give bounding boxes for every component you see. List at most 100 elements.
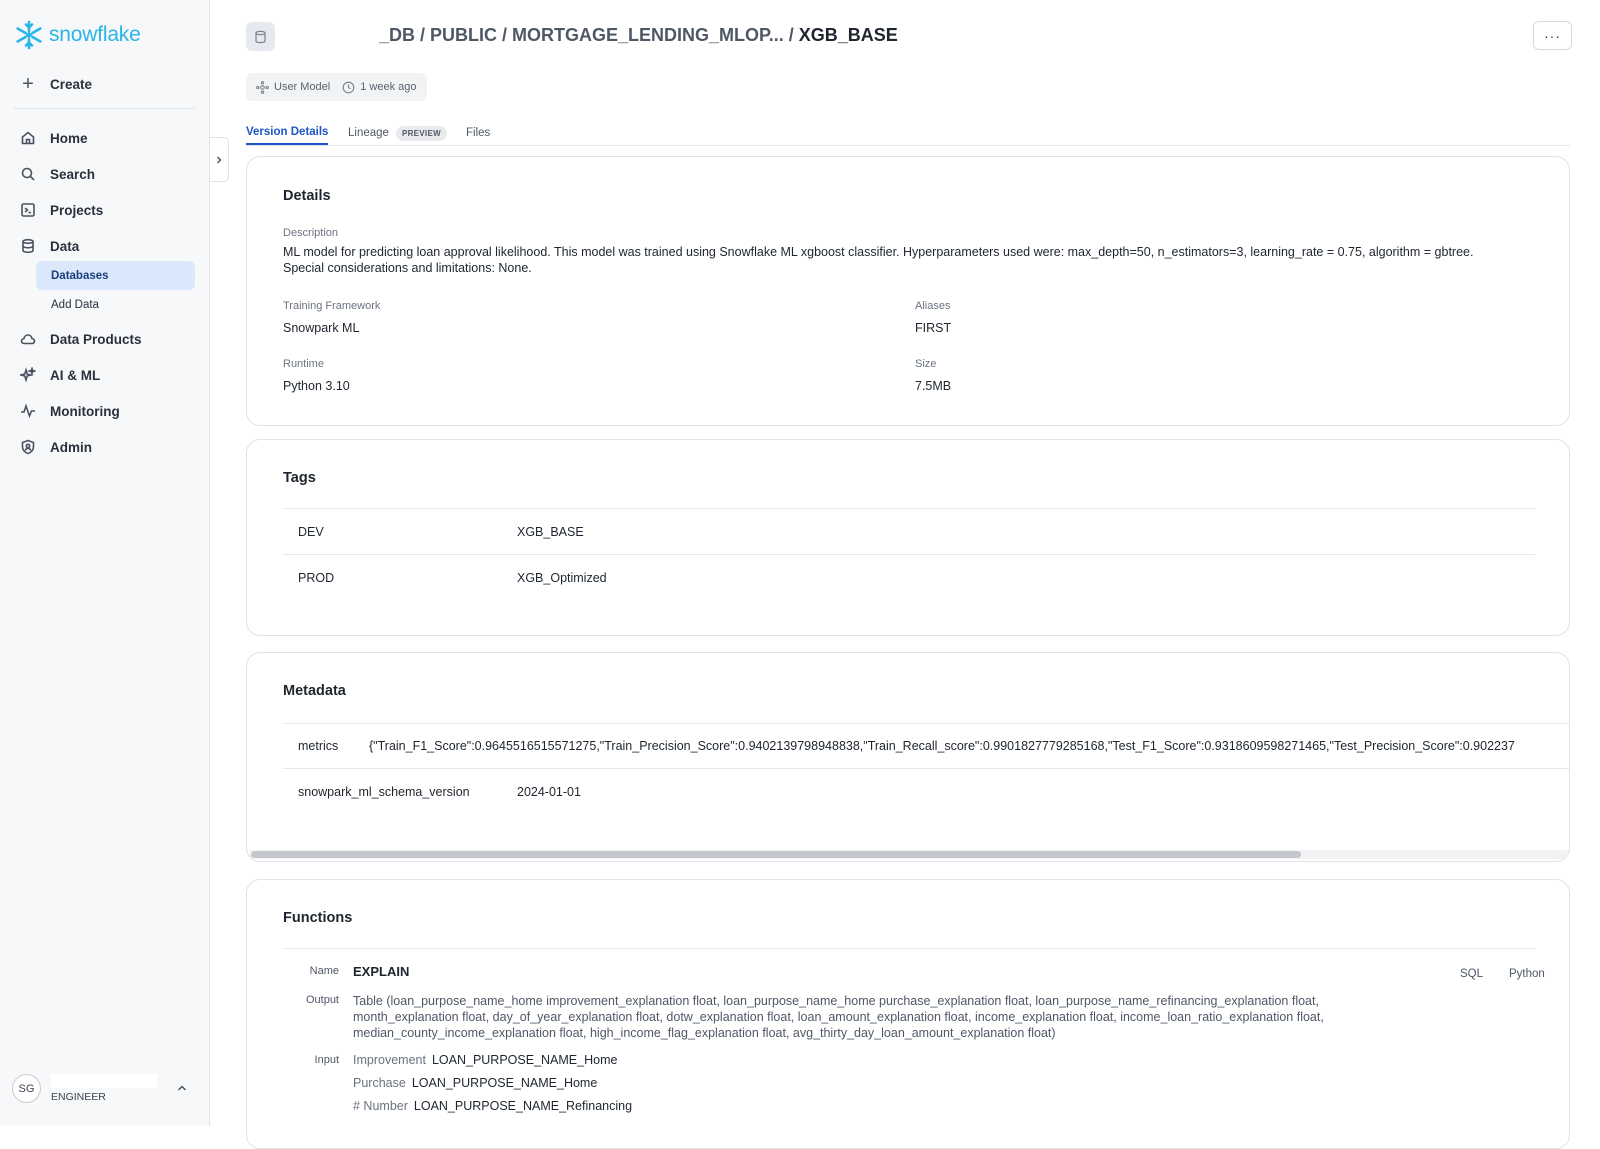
model-icon — [256, 80, 269, 94]
object-type-icon — [246, 22, 275, 51]
plus-icon: + — [22, 73, 34, 95]
functions-card: Functions Name EXPLAIN SQL Python Output… — [246, 879, 1570, 1149]
sidebar: snowflake + Create Home Search Projects … — [0, 0, 210, 1126]
sidebar-item-admin[interactable]: Admin — [20, 439, 92, 455]
user-role: ENGINEER — [51, 1091, 106, 1103]
function-input-label: Input — [314, 1054, 339, 1066]
chevron-up-icon[interactable] — [176, 1082, 188, 1094]
sidebar-subitem-databases[interactable]: Databases — [36, 261, 195, 290]
user-menu[interactable]: SG ENGINEER — [12, 1074, 157, 1103]
tag-value: XGB_BASE — [517, 525, 584, 539]
sidebar-divider — [14, 108, 195, 109]
input-name: LOAN_PURPOSE_NAME_Home — [411, 1076, 598, 1090]
input-type: Improvement — [353, 1053, 426, 1067]
runtime-label: Runtime — [283, 358, 324, 370]
tab-files[interactable]: Files — [466, 121, 490, 145]
cloud-icon — [20, 331, 36, 347]
aliases-label: Aliases — [915, 300, 951, 312]
table-divider — [283, 508, 1535, 509]
sidebar-subitem-label: Databases — [51, 269, 109, 282]
tab-label: Files — [466, 127, 491, 139]
sql-tab[interactable]: SQL — [1460, 968, 1483, 980]
sidebar-subitem-add-data[interactable]: Add Data — [36, 290, 195, 319]
sidebar-item-label: Search — [50, 166, 96, 182]
clock-icon — [342, 81, 355, 93]
table-divider — [283, 948, 1535, 949]
training-framework-value: Snowpark ML — [283, 321, 360, 335]
training-framework-label: Training Framework — [283, 300, 381, 312]
description-text: ML model for predicting loan approval li… — [283, 245, 1474, 275]
metadata-card: Metadata metrics {"Train_F1_Score":0.964… — [246, 652, 1570, 862]
tags-title: Tags — [283, 470, 316, 486]
sidebar-item-home[interactable]: Home — [20, 130, 88, 146]
sidebar-item-monitoring[interactable]: Monitoring — [20, 403, 120, 419]
tag-key: PROD — [298, 571, 335, 585]
horizontal-scrollbar[interactable] — [249, 850, 1569, 859]
sidebar-item-data[interactable]: Data — [20, 238, 79, 254]
table-divider — [283, 723, 1569, 724]
metadata-title: Metadata — [283, 683, 346, 699]
aliases-value: FIRST — [915, 321, 952, 335]
input-type: Purchase — [353, 1076, 406, 1090]
sidebar-item-ai-ml[interactable]: AI & ML — [20, 367, 100, 383]
sidebar-item-search[interactable]: Search — [20, 166, 95, 182]
sidebar-item-label: Admin — [50, 439, 92, 455]
breadcrumb: _DB / PUBLIC / MORTGAGE_LENDING_MLOP... … — [379, 25, 898, 46]
sidebar-subitem-label: Add Data — [51, 298, 99, 311]
sidebar-item-label: Data — [50, 238, 80, 254]
function-name-label: Name — [309, 965, 339, 977]
shield-icon — [20, 439, 36, 455]
logo-text: snowflake — [49, 23, 141, 46]
projects-icon — [20, 202, 36, 218]
model-type-label: User Model — [274, 81, 331, 93]
function-output-label: Output — [305, 994, 339, 1006]
sidebar-item-label: Home — [50, 130, 88, 146]
avatar: SG — [12, 1074, 41, 1103]
tab-bar: Version Details Lineage PREVIEW Files — [246, 116, 1570, 146]
preview-badge: PREVIEW — [395, 125, 447, 141]
size-label: Size — [915, 358, 937, 370]
python-tab[interactable]: Python — [1509, 968, 1545, 980]
sidebar-item-label: Monitoring — [50, 403, 120, 419]
function-input-row: Improvement LOAN_PURPOSE_NAME_Home — [353, 1053, 617, 1067]
activity-icon — [20, 403, 36, 419]
tag-key: DEV — [298, 525, 324, 539]
sidebar-item-data-products[interactable]: Data Products — [20, 331, 142, 347]
breadcrumb-current: XGB_BASE — [798, 25, 898, 45]
snowflake-logo[interactable]: snowflake — [14, 20, 141, 50]
input-name: LOAN_PURPOSE_NAME_Home — [431, 1053, 618, 1067]
chevron-right-icon — [217, 156, 222, 163]
function-input-row: # Number LOAN_PURPOSE_NAME_Refinancing — [353, 1099, 632, 1113]
tab-lineage[interactable]: Lineage PREVIEW — [348, 121, 447, 145]
updated-time-label: 1 week ago — [360, 81, 417, 93]
create-label: Create — [50, 76, 93, 92]
table-divider — [283, 768, 1569, 769]
input-type: # Number — [353, 1099, 408, 1113]
metadata-value: 2024-01-01 — [517, 785, 581, 799]
sidebar-item-label: Data Products — [50, 331, 142, 347]
more-actions-button[interactable]: ··· — [1533, 21, 1572, 50]
tag-value: XGB_Optimized — [517, 571, 607, 585]
sidebar-collapse-button[interactable] — [210, 137, 229, 182]
tab-label: Version Details — [246, 126, 329, 138]
database-icon — [20, 238, 36, 254]
sidebar-item-projects[interactable]: Projects — [20, 202, 103, 218]
snowflake-logo-icon — [16, 20, 42, 50]
scrollbar-thumb[interactable] — [251, 851, 1301, 858]
tab-version-details[interactable]: Version Details — [246, 121, 329, 145]
sparkle-icon — [20, 367, 36, 383]
sidebar-item-label: Projects — [50, 202, 104, 218]
functions-title: Functions — [283, 910, 353, 926]
metadata-value: {"Train_F1_Score":0.9645516515571275,"Tr… — [369, 739, 1515, 753]
model-meta-pill: User Model 1 week ago — [246, 73, 427, 101]
details-title: Details — [283, 188, 331, 204]
details-card: Details Description ML model for predict… — [246, 156, 1570, 426]
search-icon — [20, 166, 36, 182]
function-output: Table (loan_purpose_name_home improvemen… — [353, 994, 1324, 1040]
create-button[interactable]: + Create — [20, 73, 93, 95]
input-name: LOAN_PURPOSE_NAME_Refinancing — [413, 1099, 633, 1113]
user-name-redacted — [51, 1074, 157, 1088]
home-icon — [20, 130, 36, 146]
breadcrumb-path[interactable]: _DB / PUBLIC / MORTGAGE_LENDING_MLOP... … — [379, 25, 799, 45]
size-value: 7.5MB — [915, 379, 952, 393]
